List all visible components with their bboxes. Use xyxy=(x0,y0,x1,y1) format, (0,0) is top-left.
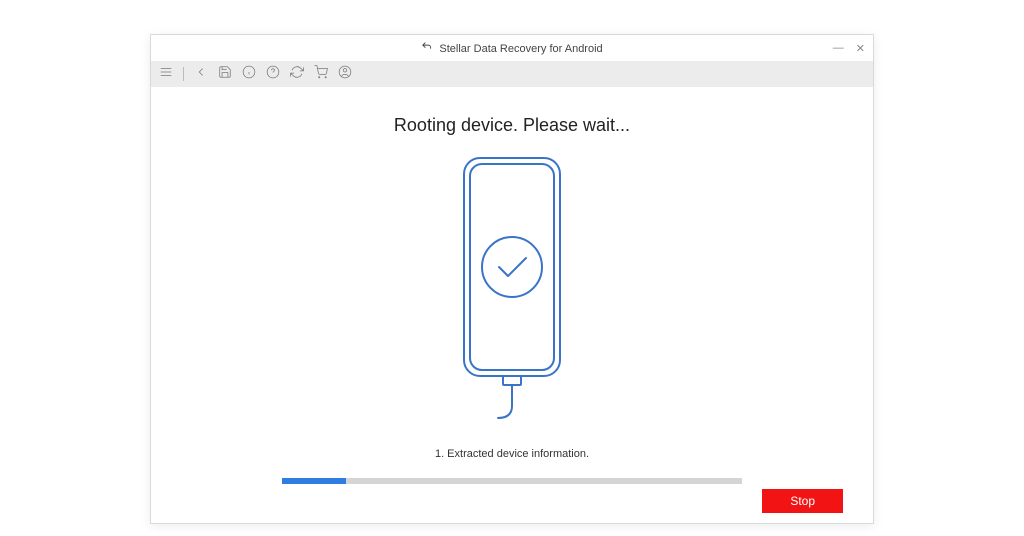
save-icon[interactable] xyxy=(218,65,232,84)
cart-icon[interactable] xyxy=(314,65,328,84)
window-controls: — ✕ xyxy=(833,42,865,55)
close-button[interactable]: ✕ xyxy=(856,42,865,55)
content-area: Rooting device. Please wait... xyxy=(151,87,873,523)
info-icon[interactable] xyxy=(242,65,256,84)
page-title: Rooting device. Please wait... xyxy=(394,115,630,136)
phone-illustration xyxy=(437,154,587,434)
minimize-button[interactable]: — xyxy=(833,42,844,55)
footer-actions: Stop xyxy=(762,489,843,513)
app-title: Stellar Data Recovery for Android xyxy=(439,43,602,55)
back-icon[interactable] xyxy=(194,65,208,84)
status-text: 1. Extracted device information. xyxy=(435,448,589,460)
title-back-icon xyxy=(421,41,432,55)
refresh-icon[interactable] xyxy=(290,65,304,84)
app-window: Stellar Data Recovery for Android — ✕ xyxy=(150,34,874,524)
toolbar xyxy=(151,61,873,87)
title-wrap: Stellar Data Recovery for Android xyxy=(151,41,873,55)
menu-icon[interactable] xyxy=(159,65,173,84)
user-icon[interactable] xyxy=(338,65,352,84)
stop-button[interactable]: Stop xyxy=(762,489,843,513)
titlebar: Stellar Data Recovery for Android — ✕ xyxy=(151,35,873,61)
toolbar-separator xyxy=(183,67,184,81)
progress-fill xyxy=(282,478,346,484)
progress-bar xyxy=(282,478,742,484)
help-icon[interactable] xyxy=(266,65,280,84)
